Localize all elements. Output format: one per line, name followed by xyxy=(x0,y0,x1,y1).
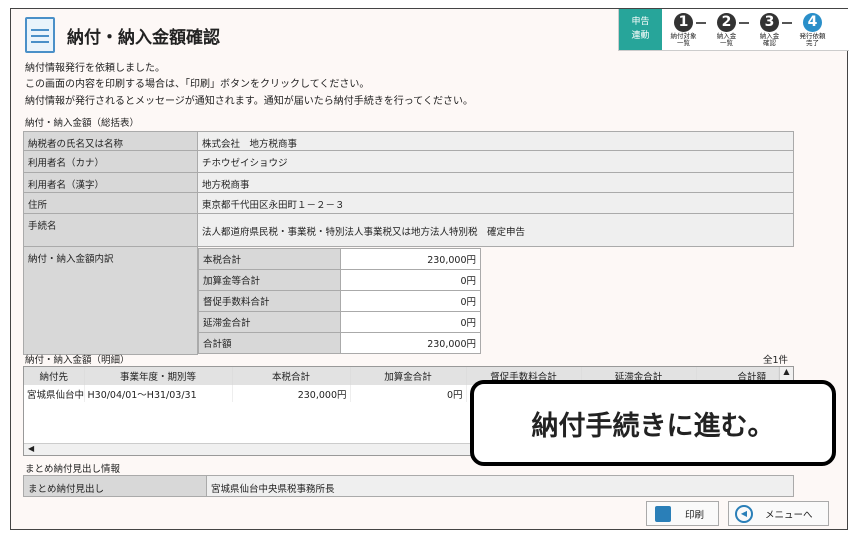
field-label: 利用者名（カナ） xyxy=(23,150,198,173)
back-arrow-icon: ◀ xyxy=(735,504,753,523)
step-label: 納入金 一覧 xyxy=(716,32,737,47)
breakdown-label: 本税合計 xyxy=(198,248,341,270)
step-3: 3 納入金 確認 xyxy=(748,9,792,50)
breakdown-label: 合計額 xyxy=(198,332,341,354)
cell: 230,000円 xyxy=(232,385,351,402)
table-row: 住所 東京都千代田区永田町１－２－３ xyxy=(23,192,794,214)
step-number: 3 xyxy=(760,13,779,32)
step-label: 納入金 確認 xyxy=(759,32,780,47)
field-label: 手続名 xyxy=(23,213,198,247)
table-row: 利用者名（カナ） チホウゼイショウジ xyxy=(23,150,794,173)
breakdown-value: 230,000円 xyxy=(340,248,481,270)
cell: H30/04/01～H31/03/31 xyxy=(84,385,233,402)
field-value: 東京都千代田区永田町１－２－３ xyxy=(197,192,794,214)
breakdown-label: 加算金等合計 xyxy=(198,269,341,291)
message-line: 納付情報が発行されるとメッセージが通知されます。通知が届いたら納付手続きを行って… xyxy=(25,96,473,107)
summary-table: 納税者の氏名又は名称 株式会社 地方税商事 利用者名（カナ） チホウゼイショウジ 利… xyxy=(23,131,794,355)
breakdown-value: 230,000円 xyxy=(340,332,481,354)
table-row: 合計額 230,000円 xyxy=(198,332,481,354)
message-line: この画面の内容を印刷する場合は、「印刷」ボタンをクリックしてください。 xyxy=(25,79,370,90)
page-title: 納付・納入金額確認 xyxy=(67,28,220,48)
field-value: チホウゼイショウジ xyxy=(197,150,794,173)
step-number: 4 xyxy=(803,13,822,32)
column-header[interactable]: 本税合計 xyxy=(232,367,351,385)
cell: 0円 xyxy=(350,385,467,402)
field-label: 利用者名（漢字） xyxy=(23,172,198,193)
column-header[interactable]: 納付先 xyxy=(24,367,85,385)
field-label: 住所 xyxy=(23,192,198,214)
column-header[interactable]: 加算金合計 xyxy=(350,367,467,385)
column-header[interactable]: 事業年度・期別等 xyxy=(84,367,233,385)
table-row: 利用者名（漢字） 地方税商事 xyxy=(23,172,794,193)
field-value: 法人都道府県民税・事業税・特別法人事業税又は地方法人特別税 確定申告 xyxy=(197,213,794,247)
print-label: 印刷 xyxy=(685,509,705,521)
breakdown-value: 0円 xyxy=(340,311,481,333)
field-label: まとめ納付見出し xyxy=(24,476,207,496)
matome-row: まとめ納付見出し 宮城県仙台中央県税事務所長 xyxy=(23,475,794,497)
table-row: 延滞金合計 0円 xyxy=(198,311,481,333)
callout-overlay: 納付手続きに進む。 xyxy=(470,380,836,466)
step-label: 発行依頼 完了 xyxy=(799,32,826,47)
breakdown-value: 0円 xyxy=(340,290,481,312)
step-number: 2 xyxy=(717,13,736,32)
table-row: 納付・納入金額内訳 本税合計 230,000円 加算金等合計 0円 督促手数料合計 0… xyxy=(23,246,794,355)
cell: 宮城県仙台中央県税事務所 xyxy=(24,385,85,402)
breakdown-value: 0円 xyxy=(340,269,481,291)
field-label: 納税者の氏名又は名称 xyxy=(23,131,198,151)
step-2: 2 納入金 一覧 xyxy=(705,9,749,50)
stepper-badge: 申告 連動 xyxy=(619,9,662,50)
menu-label: メニューへ xyxy=(765,509,813,521)
menu-button[interactable]: ◀ メニューへ xyxy=(728,501,829,526)
printer-icon xyxy=(655,505,671,522)
breakdown-table: 本税合計 230,000円 加算金等合計 0円 督促手数料合計 0円 延滞金合計 0円 … xyxy=(198,248,481,354)
field-value: 地方税商事 xyxy=(197,172,794,193)
detail-count: 全1件 xyxy=(763,355,789,366)
field-value: 宮城県仙台中央県税事務所長 xyxy=(207,476,793,496)
field-value: 株式会社 地方税商事 xyxy=(197,131,794,151)
table-row: 本税合計 230,000円 xyxy=(198,248,481,270)
progress-stepper: 申告 連動 1 納付対象 一覧 2 納入金 一覧 3 納入金 確認 4 発行依頼 完了 xyxy=(618,9,849,51)
step-number: 1 xyxy=(674,13,693,32)
step-label: 納付対象 一覧 xyxy=(670,32,697,47)
print-button[interactable]: 印刷 xyxy=(646,501,719,526)
field-label: 納付・納入金額内訳 xyxy=(23,246,198,355)
detail-section-label: 納付・納入金額（明細） xyxy=(25,355,130,366)
message-line: 納付情報発行を依頼しました。 xyxy=(25,63,165,74)
table-row: 納税者の氏名又は名称 株式会社 地方税商事 xyxy=(23,131,794,151)
table-row: 手続名 法人都道府県民税・事業税・特別法人事業税又は地方法人特別税 確定申告 xyxy=(23,213,794,247)
table-row: 督促手数料合計 0円 xyxy=(198,290,481,312)
breakdown-label: 督促手数料合計 xyxy=(198,290,341,312)
step-1: 1 納付対象 一覧 xyxy=(662,9,706,50)
tax-document-icon xyxy=(25,17,55,53)
matome-section-label: まとめ納付見出し情報 xyxy=(25,464,121,475)
step-4: 4 発行依頼 完了 xyxy=(791,9,834,50)
summary-section-label: 納付・納入金額（総括表） xyxy=(25,118,140,129)
table-row: 加算金等合計 0円 xyxy=(198,269,481,291)
breakdown-label: 延滞金合計 xyxy=(198,311,341,333)
